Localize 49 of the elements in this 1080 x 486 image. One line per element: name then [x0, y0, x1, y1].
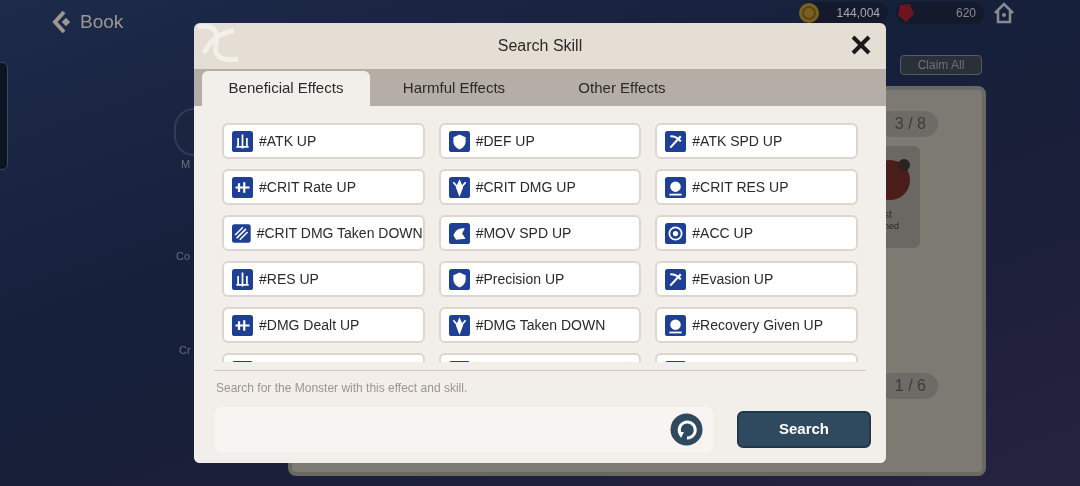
gem-counter: 620: [896, 2, 984, 24]
effect-option[interactable]: #Evasion UP: [655, 261, 858, 297]
effect-option[interactable]: #CRIT DMG UP: [438, 169, 642, 205]
effect-tab[interactable]: Other Effects: [538, 71, 706, 106]
effect-tab[interactable]: Beneficial Effects: [202, 71, 370, 106]
emblem-icon: [665, 268, 687, 290]
reset-icon[interactable]: [670, 413, 703, 446]
emblem-icon: [448, 268, 470, 290]
coin-counter: 144,004: [800, 2, 888, 24]
back-label[interactable]: Book: [80, 8, 124, 37]
effect-option[interactable]: #Precision UP: [438, 261, 642, 297]
emblem-icon: [232, 222, 251, 244]
emblem-icon: [665, 130, 687, 152]
emblem-icon: [232, 314, 253, 336]
emblem-icon: [665, 222, 687, 244]
effect-option[interactable]: #DMG Dealt UP: [222, 307, 425, 343]
effect-option[interactable]: #RES UP: [222, 261, 425, 297]
back-icon[interactable]: [50, 9, 72, 36]
emblem-icon: [448, 314, 470, 336]
menu-label: Cr: [179, 343, 191, 358]
effect-option[interactable]: #Recovery Given UP: [655, 307, 858, 343]
gem-icon: [896, 2, 916, 24]
effect-option[interactable]: #CRIT RES UP: [655, 169, 858, 205]
emblem-icon: [448, 222, 470, 244]
home-icon[interactable]: [992, 1, 1016, 25]
hint-text: Search for the Monster with this effect and skill.: [216, 380, 469, 397]
coin-icon: [798, 2, 820, 24]
effect-option[interactable]: #DEF UP: [438, 123, 642, 159]
effect-option[interactable]: #ACC UP: [655, 215, 858, 251]
emblem-icon: [665, 314, 687, 336]
emblem-icon: [448, 176, 470, 198]
menu-label: Co: [176, 249, 191, 264]
effect-option[interactable]: #CRIT Rate UP: [222, 169, 425, 205]
effect-tab[interactable]: Harmful Effects: [370, 71, 538, 106]
effect-option[interactable]: #DMG Taken DOWN: [438, 307, 642, 343]
emblem-icon: [232, 130, 253, 152]
emblem-icon: [665, 176, 687, 198]
search-button[interactable]: Search: [737, 411, 871, 448]
effect-option[interactable]: #ATK UP: [222, 123, 425, 159]
close-icon: [850, 34, 872, 56]
emblem-icon: [448, 130, 470, 152]
dialog-title: Search Skill: [497, 36, 583, 56]
menu-label: M: [181, 157, 191, 172]
emblem-icon: [232, 176, 253, 198]
effect-option[interactable]: #ATK SPD UP: [655, 123, 858, 159]
emblem-icon: [232, 268, 253, 290]
effect-option[interactable]: #MOV SPD UP: [438, 215, 642, 251]
effect-option[interactable]: #CRIT DMG Taken DOWN: [222, 215, 425, 251]
search-field[interactable]: [215, 407, 713, 452]
